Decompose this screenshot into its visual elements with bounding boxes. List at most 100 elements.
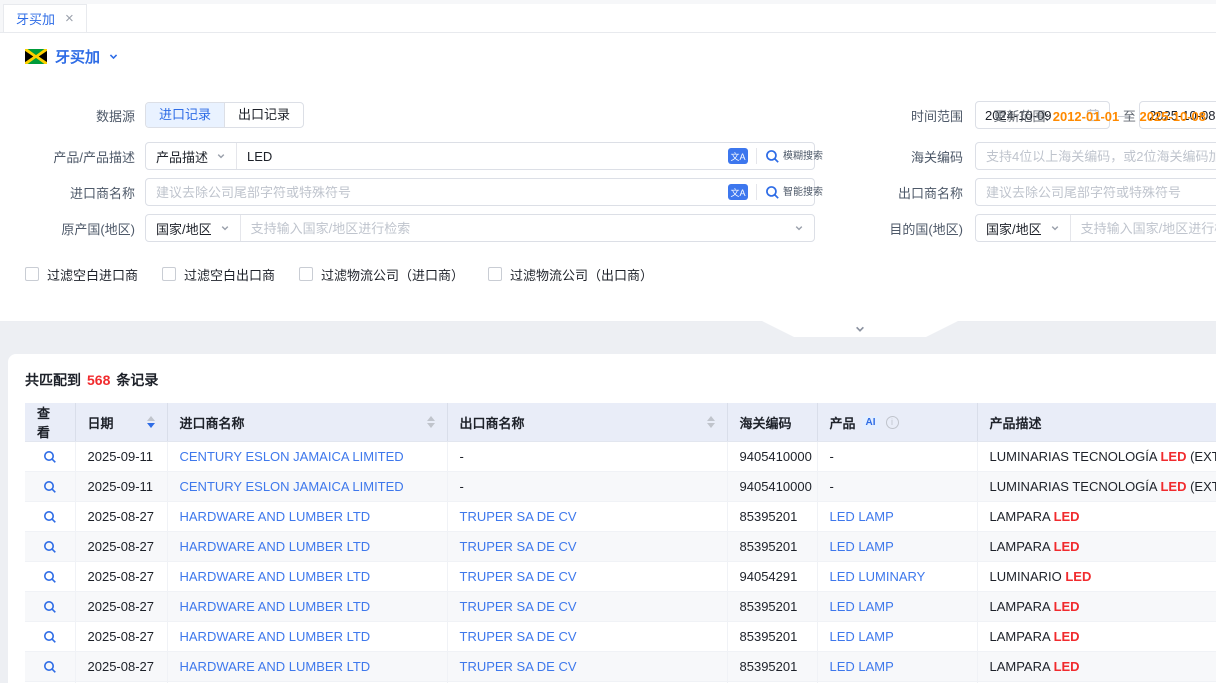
checkbox-filter-logistics-exporter[interactable]: 过滤物流公司（出口商）	[488, 265, 653, 284]
exporter-input[interactable]	[975, 178, 1216, 206]
update-range-to: 2025-10-08	[1140, 109, 1207, 124]
chevron-down-icon[interactable]	[108, 51, 119, 62]
cell-exporter[interactable]: TRUPER SA DE CV	[460, 509, 577, 524]
filter-checkbox-row: 过滤空白进口商 过滤空白出口商 过滤物流公司（进口商） 过滤物流公司（出口商）	[0, 264, 1216, 284]
checkbox-filter-logistics-importer[interactable]: 过滤物流公司（进口商）	[299, 265, 464, 284]
importer-link[interactable]: HARDWARE AND LUMBER LTD	[180, 539, 371, 554]
desc-highlight: LED	[1160, 449, 1186, 464]
importer-link[interactable]: CENTURY ESLON JAMAICA LIMITED	[180, 479, 404, 494]
cell-exporter[interactable]: TRUPER SA DE CV	[460, 659, 577, 674]
table-row: 2025-08-27 HARDWARE AND LUMBER LTD TRUPE…	[25, 652, 1216, 682]
importer-link[interactable]: HARDWARE AND LUMBER LTD	[180, 599, 371, 614]
desc-highlight: LED	[1054, 599, 1080, 614]
translate-icon[interactable]: 文A	[728, 184, 748, 200]
data-source-label: 数据源	[0, 106, 145, 125]
importer-link[interactable]: HARDWARE AND LUMBER LTD	[180, 629, 371, 644]
sort-importer[interactable]	[427, 416, 435, 428]
checkbox-label: 过滤空白进口商	[47, 265, 138, 284]
cell-date: 2025-08-27	[75, 652, 167, 682]
cell-exporter[interactable]: -	[460, 449, 464, 464]
product-type-select[interactable]: 产品描述	[146, 143, 237, 169]
destination-type-select[interactable]: 国家/地区	[976, 215, 1071, 241]
records-table: 查看 日期 进口商名称 出口商名称 海关编码 产品	[25, 403, 1216, 683]
cell-exporter[interactable]: -	[460, 479, 464, 494]
tab-export-records[interactable]: 出口记录	[224, 103, 303, 127]
importer-link[interactable]: HARDWARE AND LUMBER LTD	[180, 659, 371, 674]
product-type-value: 产品描述	[156, 147, 208, 166]
checkbox-icon[interactable]	[162, 267, 176, 281]
tab-strip-empty	[87, 4, 1216, 32]
filter-panel: 更新范围: 2012-01-01 至 2025-10-08 数据源 进口记录 出…	[0, 102, 1216, 322]
desc-highlight: LED	[1160, 479, 1186, 494]
desc-highlight: LED	[1065, 569, 1091, 584]
origin-type-select[interactable]: 国家/地区	[146, 215, 241, 241]
view-record-button[interactable]	[43, 630, 57, 644]
info-icon[interactable]: i	[886, 416, 899, 429]
cell-date: 2025-08-27	[75, 622, 167, 652]
chevron-down-icon	[794, 223, 814, 233]
view-record-button[interactable]	[43, 600, 57, 614]
chevron-down-icon	[220, 223, 230, 233]
cell-product[interactable]: LED LAMP	[830, 539, 894, 554]
sort-exporter[interactable]	[707, 416, 715, 428]
update-range: 更新范围: 2012-01-01 至 2025-10-08	[993, 106, 1206, 125]
hs-code-input[interactable]	[975, 142, 1216, 170]
table-header-row: 查看 日期 进口商名称 出口商名称 海关编码 产品	[25, 403, 1216, 442]
divider	[756, 148, 757, 164]
match-suffix: 条记录	[116, 370, 158, 390]
update-range-to-word: 至	[1123, 109, 1136, 124]
view-record-button[interactable]	[43, 540, 57, 554]
checkbox-filter-blank-exporter[interactable]: 过滤空白出口商	[162, 265, 275, 284]
cell-product[interactable]: -	[830, 479, 834, 494]
checkbox-icon[interactable]	[488, 267, 502, 281]
translate-icon[interactable]: 文A	[728, 148, 748, 164]
cell-exporter[interactable]: TRUPER SA DE CV	[460, 539, 577, 554]
desc-pre: LUMINARIAS TECNOLOGÍA	[990, 449, 1161, 464]
results-card: 共匹配到 568 条记录 查看 日期 进口商名称	[8, 354, 1216, 683]
hs-code-label: 海关编码	[875, 147, 975, 166]
destination-country-input[interactable]	[1071, 221, 1216, 236]
cell-date: 2025-08-27	[75, 562, 167, 592]
cell-product[interactable]: -	[830, 449, 834, 464]
importer-link[interactable]: HARDWARE AND LUMBER LTD	[180, 569, 371, 584]
view-record-button[interactable]	[43, 660, 57, 674]
country-name[interactable]: 牙买加	[55, 46, 100, 67]
col-product: 产品	[830, 413, 856, 432]
product-search-input[interactable]	[237, 149, 719, 164]
cell-product[interactable]: LED LAMP	[830, 599, 894, 614]
view-record-button[interactable]	[43, 450, 57, 464]
importer-link[interactable]: CENTURY ESLON JAMAICA LIMITED	[180, 449, 404, 464]
desc-pre: LUMINARIAS TECNOLOGÍA	[990, 479, 1161, 494]
table-body: 2025-09-11 CENTURY ESLON JAMAICA LIMITED…	[25, 442, 1216, 683]
close-icon[interactable]: ×	[65, 11, 74, 26]
cell-exporter[interactable]: TRUPER SA DE CV	[460, 599, 577, 614]
cell-hs-code: 85395201	[727, 532, 817, 562]
tab-jamaica[interactable]: 牙买加 ×	[3, 4, 87, 32]
view-record-button[interactable]	[43, 480, 57, 494]
checkbox-filter-blank-importer[interactable]: 过滤空白进口商	[25, 265, 138, 284]
sort-date[interactable]	[147, 416, 155, 428]
cell-hs-code: 85395201	[727, 652, 817, 682]
table-row: 2025-09-11 CENTURY ESLON JAMAICA LIMITED…	[25, 442, 1216, 472]
smart-search-button[interactable]: 智能搜索	[765, 185, 805, 200]
cell-product[interactable]: LED LAMP	[830, 509, 894, 524]
destination-type-value: 国家/地区	[986, 219, 1042, 238]
view-record-button[interactable]	[43, 510, 57, 524]
checkbox-icon[interactable]	[299, 267, 313, 281]
cell-exporter[interactable]: TRUPER SA DE CV	[460, 569, 577, 584]
cell-exporter[interactable]: TRUPER SA DE CV	[460, 629, 577, 644]
view-record-button[interactable]	[43, 570, 57, 584]
fuzzy-search-button[interactable]: 模糊搜索	[765, 149, 805, 164]
chevron-down-icon	[1050, 223, 1060, 233]
origin-type-value: 国家/地区	[156, 219, 212, 238]
cell-product[interactable]: LED LAMP	[830, 659, 894, 674]
cell-product[interactable]: LED LUMINARY	[830, 569, 926, 584]
importer-input[interactable]	[146, 185, 719, 200]
cell-product[interactable]: LED LAMP	[830, 629, 894, 644]
checkbox-icon[interactable]	[25, 267, 39, 281]
origin-country-input[interactable]	[241, 221, 794, 236]
importer-link[interactable]: HARDWARE AND LUMBER LTD	[180, 509, 371, 524]
jamaica-flag-icon	[25, 49, 47, 64]
tab-import-records[interactable]: 进口记录	[146, 103, 224, 127]
collapse-filter-button[interactable]	[760, 320, 960, 337]
